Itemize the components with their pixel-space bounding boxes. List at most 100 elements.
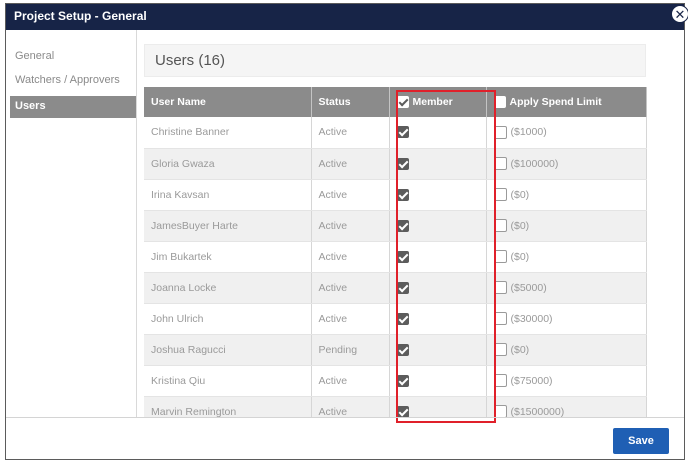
member-header-label: Member [412,96,453,109]
users-heading: Users (16) [144,44,646,77]
user-name-cell: John Ulrich [144,303,312,335]
spend-limit-cell: ($0) [486,241,647,273]
status-cell: Pending [311,334,390,366]
spend-limit-value: ($1500000) [510,405,565,418]
table-header-row: User Name Status Member Apply Spend Limi… [144,87,647,117]
sidebar-nav: General Watchers / Approvers Users [6,30,137,418]
spend-limit-cell: ($30000) [486,303,647,335]
member-cell [389,272,487,304]
footer-divider [6,417,684,418]
table-row: Christine Banner Active ($1000) [144,117,647,149]
sidebar-item-label: Watchers / Approvers [15,74,120,86]
select-all-member-checkbox[interactable] [396,96,409,109]
select-all-spend-limit-checkbox[interactable] [493,96,506,109]
status-cell: Active [311,210,390,242]
status-cell: Active [311,179,390,211]
status-cell: Active [311,396,390,418]
spend-limit-checkbox[interactable] [493,157,507,170]
spend-limit-checkbox[interactable] [493,312,507,325]
spend-limit-checkbox[interactable] [493,281,507,294]
close-icon[interactable]: ✕ [671,5,688,23]
member-cell [389,210,487,242]
member-cell [389,365,487,397]
spend-limit-cell: ($1500000) [486,396,647,418]
user-name-cell: JamesBuyer Harte [144,210,312,242]
spend-limit-value: ($30000) [510,312,553,325]
spend-limit-cell: ($100000) [486,148,647,180]
member-cell [389,117,487,149]
spend-limit-cell: ($0) [486,334,647,366]
member-cell [389,241,487,273]
table-row: John Ulrich Active ($30000) [144,303,647,335]
project-setup-dialog: Project Setup - General ✕ General Watche… [5,3,688,460]
status-cell: Active [311,241,390,273]
member-checkbox[interactable] [396,374,409,387]
sidebar-item-users[interactable]: Users [10,96,136,118]
spend-limit-checkbox[interactable] [493,188,507,201]
member-checkbox[interactable] [396,312,409,325]
spend-limit-checkbox[interactable] [493,374,507,387]
spend-limit-value: ($0) [510,188,530,201]
user-name-cell: Christine Banner [144,117,312,149]
spend-limit-checkbox[interactable] [493,219,507,232]
member-cell [389,334,487,366]
table-row: JamesBuyer Harte Active ($0) [144,210,647,242]
member-cell [389,179,487,211]
column-header-apply-spend-limit: Apply Spend Limit [486,87,647,117]
status-cell: Active [311,303,390,335]
table-row: Kristina Qiu Active ($75000) [144,365,647,397]
user-name-cell: Irina Kavsan [144,179,312,211]
member-checkbox[interactable] [396,126,409,139]
table-row: Gloria Gwaza Active ($100000) [144,148,647,180]
table-row: Joanna Locke Active ($5000) [144,272,647,304]
column-header-user-name[interactable]: User Name [144,87,312,117]
spend-limit-value: ($1000) [510,126,547,139]
status-cell: Active [311,148,390,180]
user-name-cell: Marvin Remington [144,396,312,418]
user-name-cell: Kristina Qiu [144,365,312,397]
spend-limit-checkbox[interactable] [493,343,507,356]
spend-limit-value: ($100000) [510,157,559,170]
spend-limit-value: ($0) [510,343,530,356]
spend-limit-cell: ($1000) [486,117,647,149]
spend-limit-value: ($5000) [510,281,547,294]
sidebar-item-label: General [15,50,55,62]
users-table: User Name Status Member Apply Spend Limi… [144,87,647,418]
member-cell [389,396,487,418]
save-button[interactable]: Save [613,428,669,454]
member-cell [389,148,487,180]
spend-limit-cell: ($0) [486,179,647,211]
status-cell: Active [311,365,390,397]
spend-limit-checkbox[interactable] [493,125,507,139]
table-row: Marvin Remington Active ($1500000) [144,396,647,418]
dialog-title: Project Setup - General [14,9,147,23]
member-checkbox[interactable] [396,250,409,263]
sidebar-item-general[interactable]: General [10,46,136,68]
status-cell: Active [311,272,390,304]
member-checkbox[interactable] [396,188,409,201]
spend-limit-value: ($75000) [510,374,553,387]
sidebar-item-watchers-approvers[interactable]: Watchers / Approvers [10,70,136,92]
member-checkbox[interactable] [396,157,409,170]
user-name-cell: Joanna Locke [144,272,312,304]
column-header-member: Member [389,87,487,117]
member-checkbox[interactable] [396,343,409,356]
user-name-cell: Gloria Gwaza [144,148,312,180]
table-row: Jim Bukartek Active ($0) [144,241,647,273]
spend-limit-cell: ($5000) [486,272,647,304]
member-checkbox[interactable] [396,219,409,232]
sidebar-item-label: Users [15,100,46,112]
users-panel: Users (16) User Name Status Member Apply… [139,30,684,418]
member-checkbox[interactable] [396,405,409,418]
table-row: Irina Kavsan Active ($0) [144,179,647,211]
column-header-status[interactable]: Status [311,87,390,117]
spend-limit-value: ($0) [510,250,530,263]
spend-limit-checkbox[interactable] [493,250,507,263]
status-cell: Active [311,117,390,149]
spend-limit-value: ($0) [510,219,530,232]
member-checkbox[interactable] [396,281,409,294]
member-cell [389,303,487,335]
spend-header-label: Apply Spend Limit [509,96,602,109]
user-name-cell: Joshua Ragucci [144,334,312,366]
spend-limit-cell: ($0) [486,210,647,242]
